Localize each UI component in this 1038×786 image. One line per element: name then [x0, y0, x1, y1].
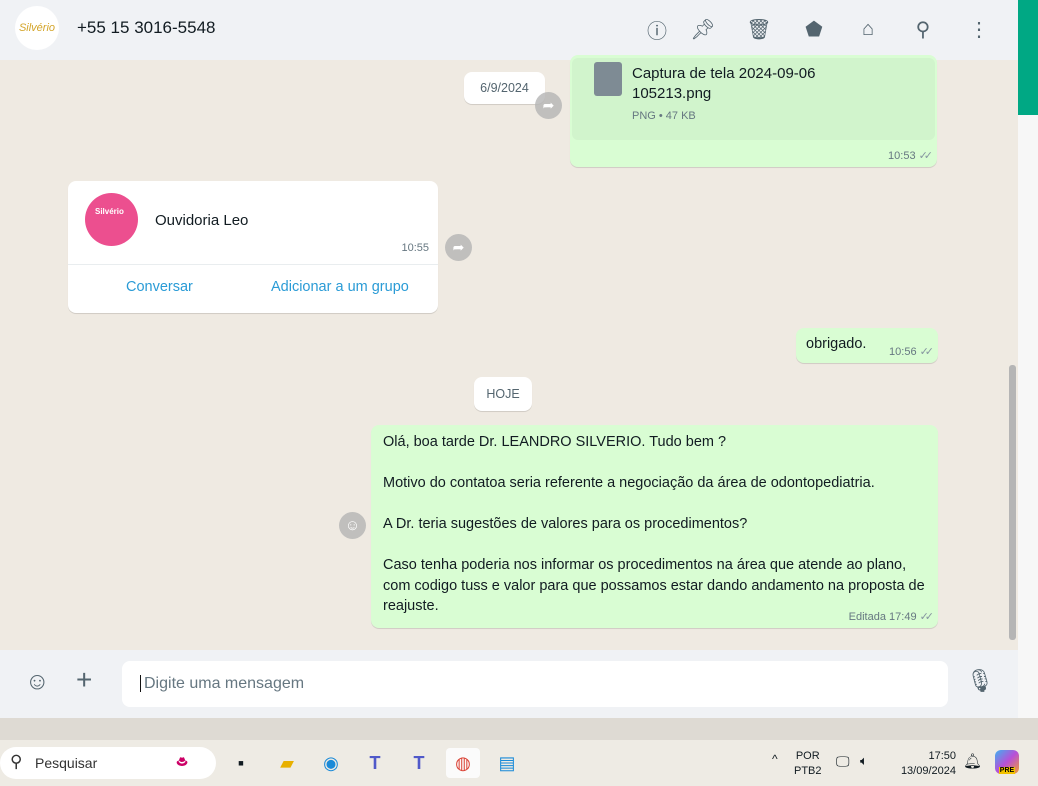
message-time: 10:56: [889, 346, 917, 358]
emoji-icon[interactable]: ☺: [25, 668, 50, 696]
teams-work-icon[interactable]: T: [404, 748, 434, 778]
read-ticks-icon: ✓✓: [919, 346, 935, 358]
teams-icon[interactable]: T: [360, 748, 390, 778]
date-chip: HOJE: [474, 377, 532, 411]
show-hidden-icons[interactable]: ^: [772, 752, 778, 766]
microphone-icon[interactable]: 🎙︎: [966, 668, 994, 694]
message-paragraph: Caso tenha poderia nos informar os proce…: [383, 557, 925, 614]
message-text: obrigado.: [806, 336, 867, 352]
copilot-icon[interactable]: PRE: [995, 750, 1019, 774]
date-chip: 6/9/2024: [464, 72, 545, 104]
attach-plus-icon[interactable]: +: [76, 664, 92, 696]
file-name: Captura de tela 2024-09-06: [632, 65, 816, 82]
pin-icon[interactable]: 📌︎: [690, 16, 716, 42]
file-explorer-icon[interactable]: ▰: [272, 748, 302, 778]
react-emoji-icon[interactable]: ☺: [339, 512, 366, 539]
notepad-icon[interactable]: ▤: [492, 748, 522, 778]
add-to-group-button[interactable]: Adicionar a um grupo: [271, 279, 409, 295]
read-ticks-icon: ✓✓: [919, 611, 935, 623]
read-ticks-icon: ✓✓: [918, 150, 934, 162]
window-accent-bar: [1018, 0, 1038, 115]
text-message[interactable]: obrigado. 10:56 ✓✓: [796, 328, 938, 363]
message-input[interactable]: Digite uma mensagem: [122, 661, 948, 707]
info-icon[interactable]: ⓘ: [644, 16, 670, 43]
edited-label: Editada: [848, 611, 886, 623]
contact-avatar[interactable]: Silvério: [15, 6, 59, 50]
menu-icon[interactable]: ⋮: [966, 16, 992, 42]
search-highlight-icon: 🎩︎: [176, 751, 188, 772]
contact-card-name[interactable]: Ouvidoria Leo: [155, 212, 248, 229]
notification-bell-icon[interactable]: 🔔︎: [963, 752, 982, 770]
task-view-icon[interactable]: ▪: [226, 748, 256, 778]
search-icon[interactable]: ⚲: [910, 16, 936, 42]
forward-icon[interactable]: ➦: [445, 234, 472, 261]
chat-header: Silvério +55 15 3016-5548 ⓘ 📌︎ 🗑︎ ⬟ ⌂ ⚲ …: [0, 0, 1018, 60]
label-icon[interactable]: ⬟: [801, 16, 827, 42]
file-name-cont: 105213.png: [632, 85, 712, 102]
file-attachment[interactable]: Captura de tela 2024-09-06 105213.png PN…: [572, 58, 935, 140]
chat-contact-button[interactable]: Conversar: [126, 279, 193, 295]
store-icon[interactable]: ⌂: [855, 16, 881, 42]
message-time: 10:53: [888, 150, 916, 162]
forward-icon[interactable]: ➦: [535, 92, 562, 119]
contact-name[interactable]: +55 15 3016-5548: [77, 18, 216, 38]
chrome-icon[interactable]: ◍: [446, 748, 480, 778]
text-message[interactable]: Olá, boa tarde Dr. LEANDRO SILVERIO. Tud…: [371, 425, 938, 628]
message-time: 10:55: [401, 242, 429, 254]
network-icon[interactable]: 🖵︎: [836, 753, 850, 770]
contact-card-avatar: Silvério: [85, 193, 138, 246]
volume-icon[interactable]: 🔈︎: [860, 753, 868, 769]
file-icon: [594, 62, 622, 96]
delete-icon[interactable]: 🗑︎: [746, 16, 772, 42]
contact-card-message: Silvério Ouvidoria Leo 10:55 Conversar A…: [68, 181, 438, 313]
window-bottom: [0, 718, 1038, 740]
message-paragraph: Motivo do contatoa seria referente a neg…: [383, 475, 875, 491]
scrollbar-thumb[interactable]: [1009, 365, 1016, 640]
window-edge: [1018, 115, 1038, 718]
edge-icon[interactable]: ◉: [316, 748, 346, 778]
message-paragraph: Olá, boa tarde Dr. LEANDRO SILVERIO. Tud…: [383, 434, 727, 450]
file-info: PNG • 47 KB: [632, 110, 696, 122]
search-icon: ⚲: [10, 752, 23, 771]
message-time: 17:49: [889, 611, 917, 623]
divider: [68, 264, 438, 265]
language-indicator[interactable]: POR PTB2: [794, 749, 822, 779]
message-paragraph: A Dr. teria sugestões de valores para os…: [383, 516, 748, 532]
clock[interactable]: 17:50 13/09/2024: [893, 749, 956, 779]
file-message[interactable]: Captura de tela 2024-09-06 105213.png PN…: [570, 55, 937, 167]
